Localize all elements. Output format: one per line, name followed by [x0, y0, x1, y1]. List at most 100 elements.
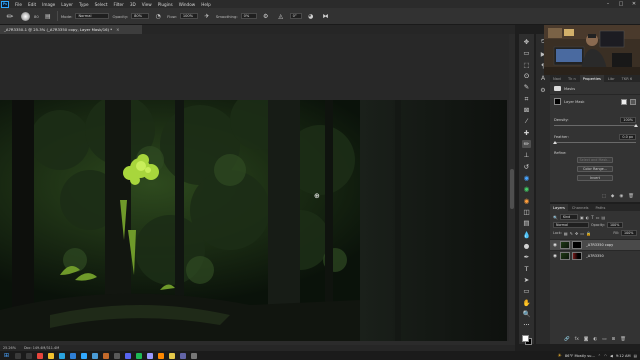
obs-taskbar-icon[interactable]	[114, 352, 120, 359]
layers-tab-paths[interactable]: Paths	[593, 204, 609, 211]
bridge-taskbar-icon[interactable]	[103, 352, 109, 359]
feather-field[interactable]: 0.0 px	[619, 134, 636, 140]
close-tab-icon[interactable]: ×	[116, 27, 119, 32]
menu-view[interactable]: View	[139, 2, 155, 7]
history-brush-tool-icon[interactable]: ↺	[522, 163, 531, 171]
menu-file[interactable]: File	[12, 2, 25, 7]
vertical-scrollbar[interactable]	[509, 34, 515, 341]
spot-healing-tool-icon[interactable]: ✚	[522, 129, 531, 137]
chrome-taskbar-icon[interactable]	[37, 352, 43, 359]
menu-window[interactable]: Window	[176, 2, 199, 7]
smoothing-field[interactable]: 0%	[240, 13, 257, 19]
pressure-opacity-icon[interactable]: ◔	[152, 10, 164, 22]
gradient-tool-icon[interactable]: ▤	[522, 220, 531, 228]
fx-icon[interactable]: fx	[575, 337, 579, 342]
spotify-taskbar-icon[interactable]	[136, 352, 142, 359]
path-select-tool-icon[interactable]: ➤	[522, 276, 531, 284]
notifications-icon[interactable]: ▤	[634, 354, 637, 358]
filter-adjustment-icon[interactable]: ◐	[586, 215, 590, 220]
color-swatches[interactable]	[521, 334, 532, 345]
close-window-icon[interactable]: ✕	[628, 0, 640, 8]
menu-image[interactable]: Image	[39, 2, 58, 7]
menu-3d[interactable]: 3D	[127, 2, 139, 7]
feather-slider-knob[interactable]	[553, 140, 557, 144]
group-icon[interactable]: ▭	[602, 337, 606, 342]
zoom-level[interactable]: 25.26%	[3, 346, 16, 350]
crop-tool-icon[interactable]: ⌗	[522, 95, 531, 103]
move-tool-icon[interactable]: ✥	[522, 38, 531, 46]
brush-tool-icon[interactable]: ✏	[4, 10, 16, 22]
brush-preset-picker[interactable]	[19, 10, 31, 22]
menu-type[interactable]: Type	[76, 2, 92, 7]
edge-taskbar-icon[interactable]	[59, 352, 65, 359]
layers-tab-channels[interactable]: Channels	[569, 204, 592, 211]
properties-tab-libr[interactable]: Libr	[605, 75, 618, 82]
layer-mask-thumbnail[interactable]	[554, 98, 561, 105]
canvas-area[interactable]: ⊕	[0, 34, 515, 341]
artboard-tool-icon[interactable]: ▭	[522, 49, 531, 57]
photoshop-logo-icon[interactable]: Ps	[1, 0, 9, 8]
eyedropper-tool-icon[interactable]: ⁄	[522, 117, 531, 125]
pen-tool-icon[interactable]: ✒	[522, 254, 531, 262]
vlc-taskbar-icon[interactable]	[158, 352, 164, 359]
filter-type-icon[interactable]: T	[591, 215, 593, 220]
lock-pixels-icon[interactable]: ✎	[570, 231, 573, 236]
plugin-orange-icon[interactable]: ◉	[522, 197, 531, 205]
photoshop-taskbar-icon[interactable]	[81, 352, 87, 359]
glyphs-panel-icon[interactable]: ⚙	[539, 86, 547, 94]
visibility-eye-icon[interactable]: ◉	[553, 243, 558, 248]
filter-pixel-icon[interactable]: ▣	[580, 215, 584, 220]
visibility-eye-icon[interactable]: ◉	[553, 254, 558, 259]
layer-fill-field[interactable]: 100%	[621, 230, 637, 236]
teams-taskbar-icon[interactable]	[180, 352, 186, 359]
clone-stamp-tool-icon[interactable]: ⊥	[522, 151, 531, 159]
volume-icon[interactable]: ◀	[610, 354, 613, 358]
disable-mask-icon[interactable]: ◉	[619, 194, 623, 199]
layer-opacity-field[interactable]: 100%	[606, 222, 623, 228]
density-slider-knob[interactable]	[634, 123, 638, 127]
add-mask-icon[interactable]: ◙	[584, 337, 588, 342]
lock-all-icon[interactable]: 🔒	[586, 231, 591, 236]
menu-plugins[interactable]: Plugins	[155, 2, 176, 7]
lock-position-icon[interactable]: ✥	[575, 231, 578, 236]
menu-help[interactable]: Help	[198, 2, 214, 7]
rectangle-tool-icon[interactable]: ▭	[522, 288, 531, 296]
flow-field[interactable]: 100%	[179, 13, 198, 19]
plugin-green-icon[interactable]: ◉	[522, 185, 531, 193]
task-view-taskbar-icon[interactable]	[26, 352, 32, 359]
menu-edit[interactable]: Edit	[25, 2, 39, 7]
maximize-icon[interactable]: □	[615, 0, 627, 8]
character-panel-icon[interactable]: A	[539, 74, 547, 82]
quick-select-tool-icon[interactable]: ✎	[522, 83, 531, 91]
layer-mask-thumbnail[interactable]	[572, 252, 582, 260]
forest-photo[interactable]	[0, 100, 507, 341]
density-field[interactable]: 100%	[620, 117, 636, 123]
properties-tab-properties[interactable]: Properties	[579, 75, 604, 82]
pixel-mask-icon[interactable]	[621, 98, 627, 105]
lock-transparency-icon[interactable]: ▦	[564, 231, 568, 236]
menu-layer[interactable]: Layer	[58, 2, 76, 7]
plugin-blue-icon[interactable]: ◉	[522, 174, 531, 182]
discord-taskbar-icon[interactable]	[125, 352, 131, 359]
premiere-taskbar-icon[interactable]	[147, 352, 153, 359]
lasso-tool-icon[interactable]: ʘ	[522, 72, 531, 80]
feather-slider[interactable]	[553, 140, 636, 144]
load-selection-icon[interactable]: ⬚	[602, 194, 606, 199]
clock[interactable]: 9:12 AM	[616, 354, 631, 358]
opacity-field[interactable]: 80%	[131, 13, 150, 19]
menu-select[interactable]: Select	[92, 2, 111, 7]
delete-layer-icon[interactable]: 🗑	[620, 337, 626, 342]
properties-tab-tkr-6[interactable]: TKR 6	[619, 75, 635, 82]
weather-text[interactable]: 86°F Mostly su...	[565, 354, 595, 358]
select-and-mask-button[interactable]: Select and Mask...	[577, 157, 613, 163]
layer-row[interactable]: ◉ _A7R3350 copy	[550, 239, 640, 250]
link-layers-icon[interactable]: 🔗	[564, 337, 570, 342]
adjustment-icon[interactable]: ◐	[593, 337, 597, 342]
tray-chevron-icon[interactable]: ⌃	[598, 354, 601, 358]
mode-select[interactable]: Normal	[75, 13, 110, 19]
notes-taskbar-icon[interactable]	[169, 352, 175, 359]
network-icon[interactable]: ◠	[604, 354, 607, 358]
brush-settings-icon[interactable]: ▤	[42, 10, 54, 22]
invert-button[interactable]: Invert	[577, 175, 613, 181]
type-tool-icon[interactable]: T	[522, 265, 531, 273]
